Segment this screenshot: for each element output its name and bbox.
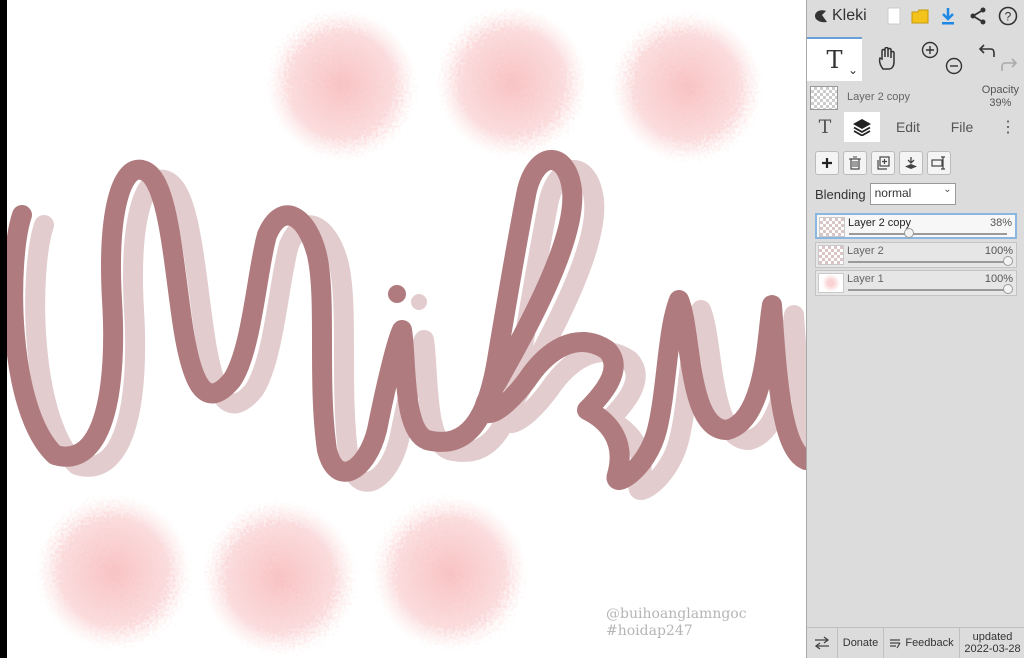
layer-opacity-slider[interactable]	[848, 284, 1013, 294]
new-canvas-icon	[887, 7, 901, 25]
duplicate-icon	[877, 156, 890, 170]
text-tool-button[interactable]: T ⌄	[807, 37, 862, 81]
text-tool-icon: T	[826, 46, 843, 74]
zoom-out-button[interactable]	[941, 53, 967, 79]
updated-date: 2022-03-28	[964, 643, 1021, 655]
plus-icon	[822, 158, 832, 168]
undo-icon	[978, 44, 995, 57]
layer-name: Layer 2 copy	[848, 217, 911, 229]
tab-file[interactable]: File	[941, 112, 983, 142]
open-file-button[interactable]	[907, 0, 933, 32]
active-layer-name: Layer 2 copy	[847, 91, 910, 103]
opacity-label: Opacity	[981, 84, 1019, 96]
svg-text:?: ?	[1005, 10, 1012, 24]
drawing-canvas[interactable]: @buihoanglamngoc #hoidap247	[0, 0, 806, 658]
artwork	[7, 7, 806, 655]
watermark-hashtag: #hoidap247	[606, 623, 693, 639]
swap-arrows-icon	[814, 636, 830, 650]
pink-blob	[373, 496, 527, 650]
layer-opacity-slider[interactable]	[849, 228, 1007, 238]
share-icon	[970, 7, 986, 25]
bottom-bar: Donate Feedback updated 2022-03-28	[807, 627, 1024, 658]
tab-layers[interactable]	[844, 112, 880, 142]
pink-blob	[203, 501, 357, 655]
layer-name: Layer 2	[847, 245, 884, 257]
feedback-icon	[890, 639, 901, 649]
layer-opacity-slider[interactable]	[848, 256, 1013, 266]
rename-layer-button[interactable]	[927, 151, 951, 175]
delete-layer-button[interactable]	[843, 151, 867, 175]
tool-row: T ⌄	[807, 37, 1024, 81]
download-button[interactable]	[935, 0, 961, 32]
trash-icon	[849, 156, 861, 170]
layer-name: Layer 1	[847, 273, 884, 285]
blending-control: Blending normal	[815, 183, 956, 205]
updated-info[interactable]: updated 2022-03-28	[959, 628, 1024, 658]
help-icon: ?	[998, 6, 1018, 26]
pink-blob	[612, 12, 762, 162]
layer-thumbnail	[818, 273, 844, 293]
feedback-label: Feedback	[905, 637, 954, 649]
kleki-logo[interactable]: Kleki	[813, 0, 873, 32]
undo-button[interactable]	[975, 37, 999, 65]
open-folder-icon	[911, 9, 929, 24]
sidebar: Kleki ? T ⌄ Layer 2 copy Opacity 39% T E…	[806, 0, 1024, 658]
layer-row[interactable]: Layer 2 100%	[815, 242, 1017, 268]
slider-knob[interactable]	[1003, 256, 1013, 266]
pink-blob	[437, 7, 587, 157]
updated-label: updated	[972, 631, 1013, 643]
watermark: @buihoanglamngoc #hoidap247	[606, 606, 747, 640]
slider-knob[interactable]	[904, 228, 915, 238]
more-options-button[interactable]: ⋮	[997, 112, 1019, 142]
share-button[interactable]	[965, 0, 991, 32]
zoom-in-button[interactable]	[917, 37, 943, 63]
zoom-out-icon	[945, 57, 963, 75]
pink-blob	[267, 10, 417, 160]
zoom-in-icon	[921, 41, 939, 59]
tab-text[interactable]: T	[809, 112, 841, 142]
layer-actions	[815, 151, 951, 175]
panel-tabs: T Edit File ⋮	[807, 112, 1024, 142]
hand-icon	[878, 47, 895, 70]
layer-thumbnail	[819, 217, 845, 237]
watermark-handle: @buihoanglamngoc	[606, 606, 747, 622]
more-vertical-icon: ⋮	[1000, 119, 1016, 136]
active-layer-thumbnail	[810, 86, 838, 110]
top-toolbar: Kleki ?	[807, 0, 1024, 32]
app-name: Kleki	[832, 7, 867, 24]
layer-row[interactable]: Layer 1 100%	[815, 270, 1017, 296]
merge-down-icon	[905, 157, 917, 169]
feedback-button[interactable]: Feedback	[883, 628, 959, 658]
duplicate-layer-button[interactable]	[871, 151, 895, 175]
swap-side-button[interactable]	[807, 628, 837, 658]
donate-button[interactable]: Donate	[837, 628, 883, 658]
layer-thumbnail	[818, 245, 844, 265]
layer-opacity: 38%	[989, 217, 1012, 229]
pink-blob	[37, 495, 191, 649]
merge-down-button[interactable]	[899, 151, 923, 175]
layer-row[interactable]: Layer 2 copy 38%	[815, 213, 1017, 239]
layers-icon	[853, 119, 871, 136]
canvas-left-border	[0, 0, 7, 658]
rename-icon	[931, 156, 945, 170]
chevron-down-icon[interactable]: ⌄	[848, 63, 858, 77]
opacity-value: 39%	[989, 97, 1012, 109]
active-layer-info: Layer 2 copy Opacity 39%	[807, 84, 1024, 112]
tab-edit[interactable]: Edit	[887, 112, 929, 142]
text-tab-icon: T	[818, 116, 832, 138]
blending-label: Blending	[815, 186, 866, 202]
opacity-readout: Opacity 39%	[982, 84, 1019, 110]
redo-icon	[1001, 58, 1018, 71]
slider-knob[interactable]	[1003, 284, 1013, 294]
kleki-logo-icon	[815, 10, 827, 23]
help-button[interactable]: ?	[995, 0, 1021, 32]
hand-tool-button[interactable]	[865, 37, 911, 81]
new-canvas-button[interactable]	[881, 0, 907, 32]
redo-button[interactable]	[997, 51, 1021, 79]
blending-select[interactable]: normal	[869, 183, 956, 205]
download-icon	[942, 8, 954, 25]
add-layer-button[interactable]	[815, 151, 839, 175]
